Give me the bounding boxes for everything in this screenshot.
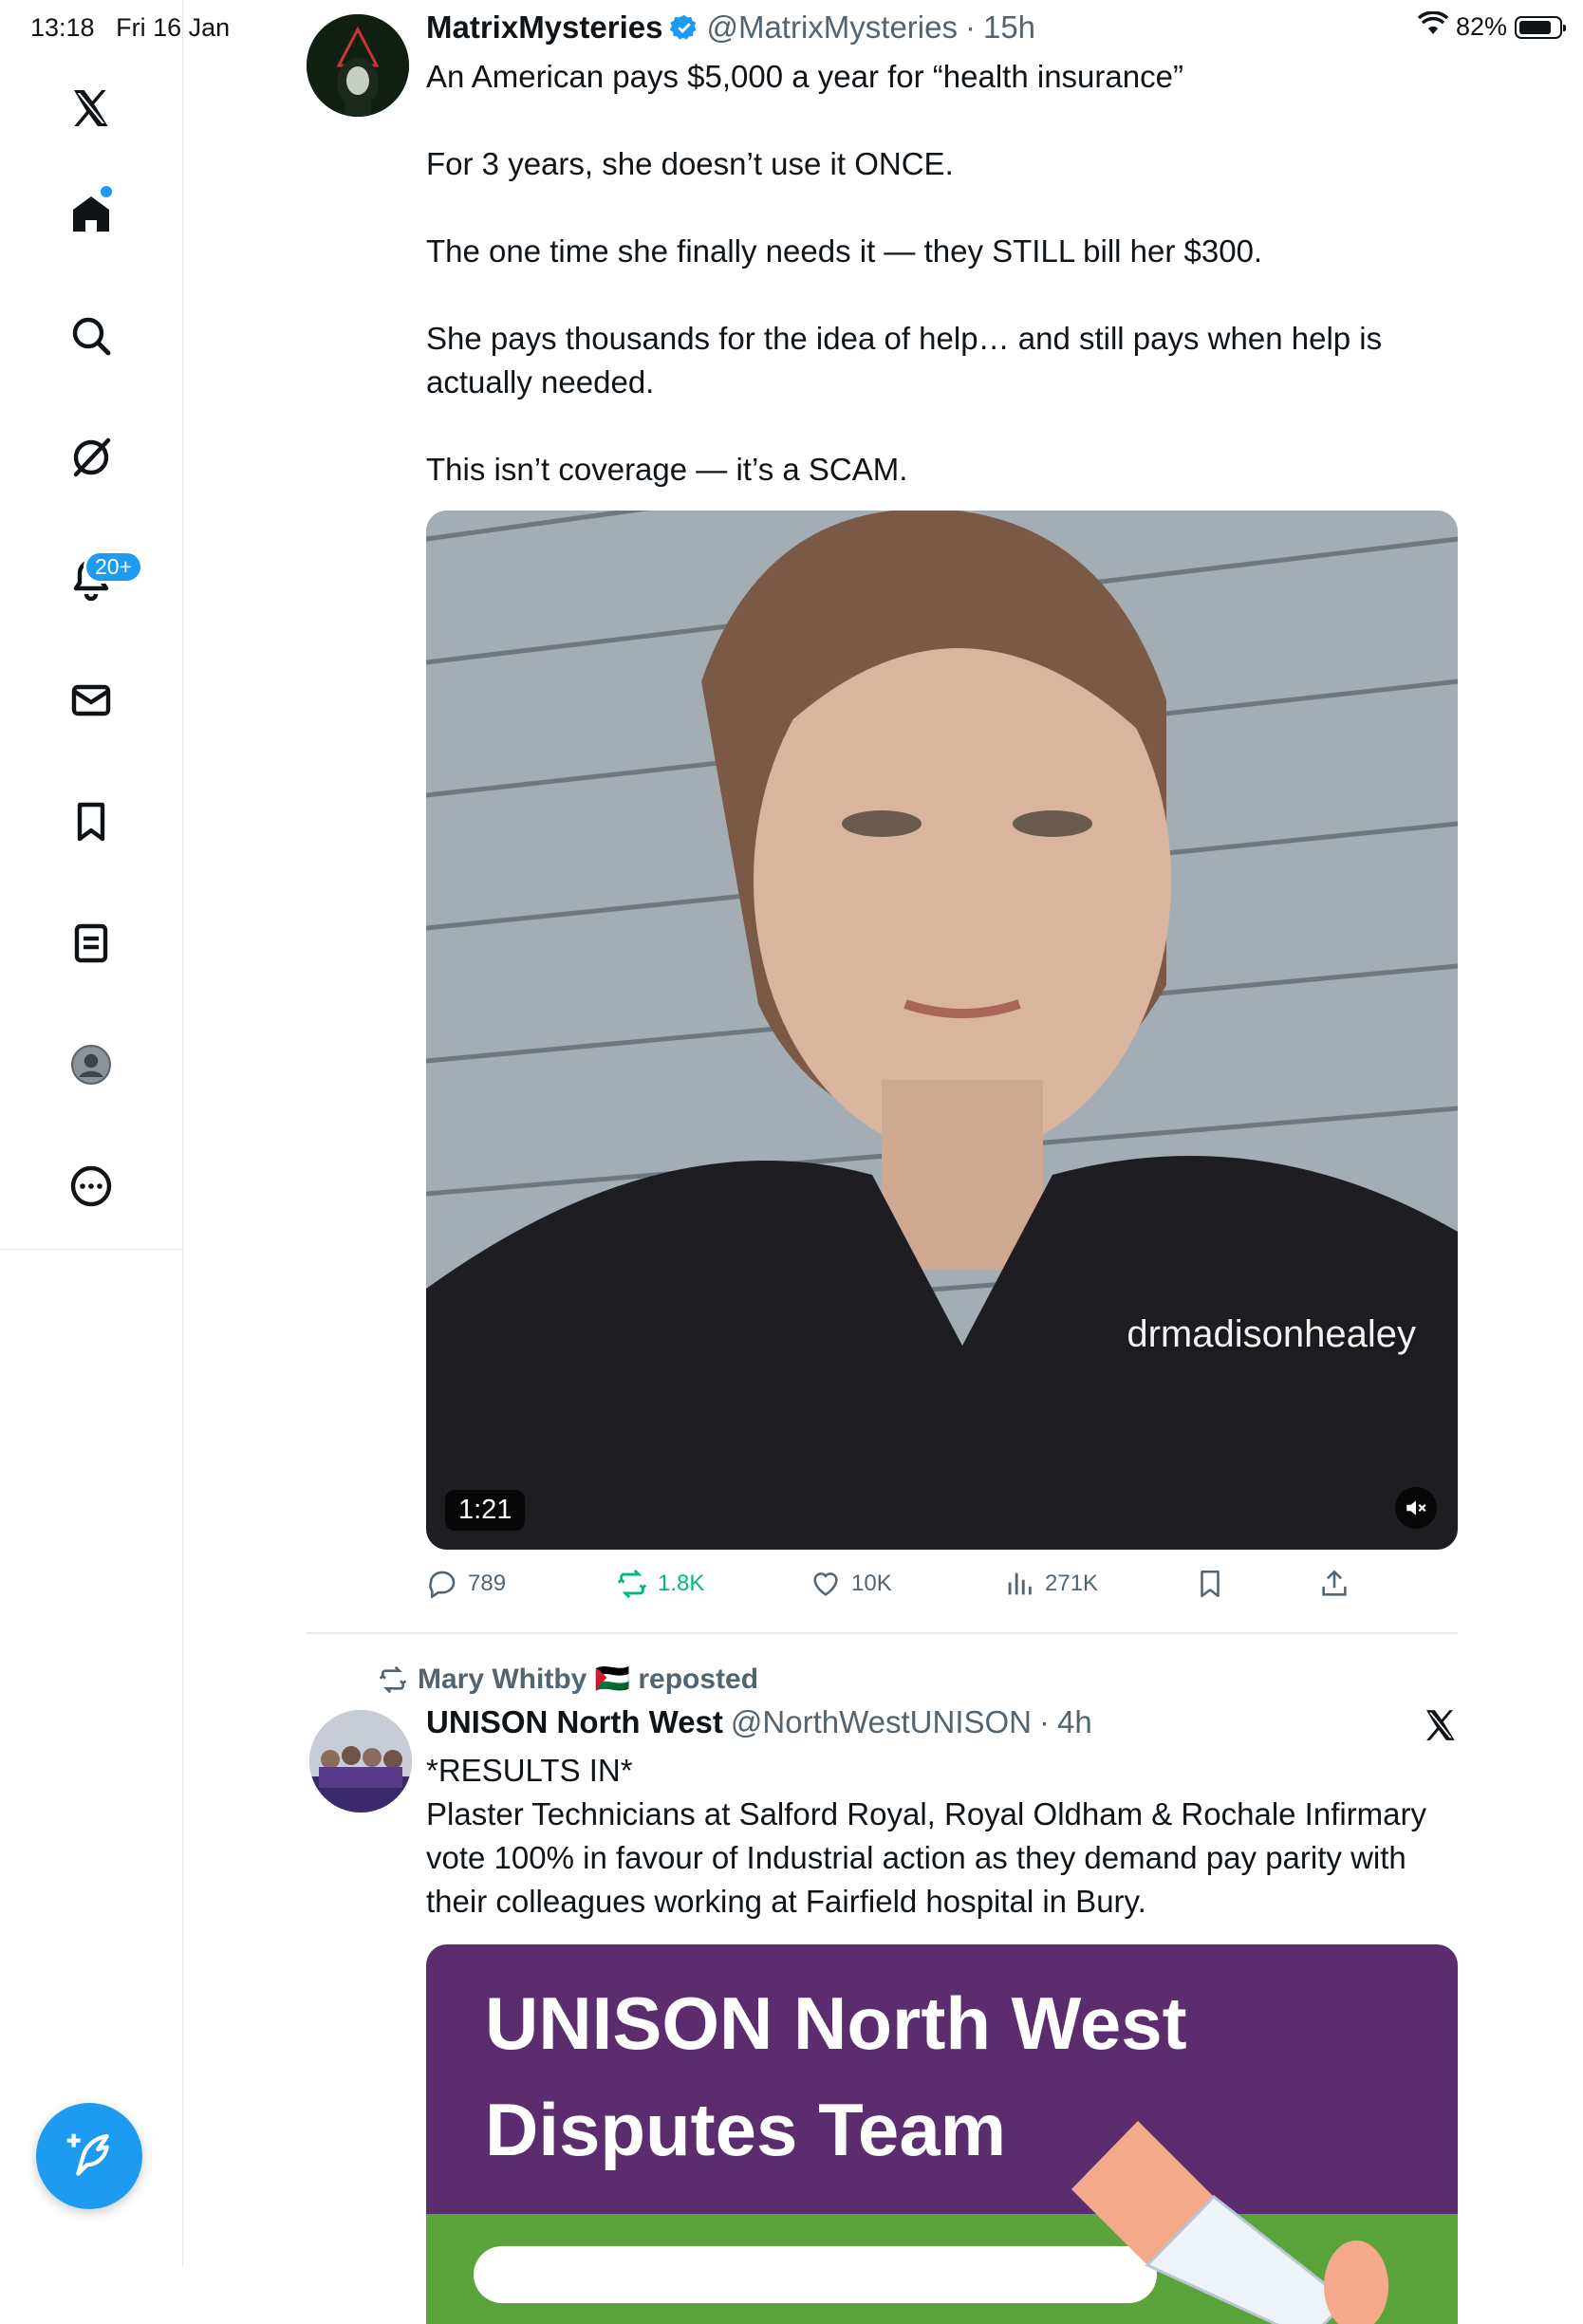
x-logo-icon[interactable]: [63, 80, 120, 137]
tweet-line: An American pays $5,000 a year for “heal…: [426, 59, 1183, 94]
video-duration: 1:21: [445, 1490, 526, 1531]
heart-icon: [813, 1572, 838, 1596]
reply-button[interactable]: 789: [426, 1568, 506, 1600]
mute-button[interactable]: [1395, 1487, 1437, 1529]
view-count: 271K: [1045, 1571, 1099, 1596]
tweet-body: *RESULTS IN* Plaster Technicians at Salf…: [426, 1749, 1461, 1924]
verified-badge-icon: [670, 14, 698, 40]
battery-icon: [1515, 15, 1566, 39]
tweet-line: This isn’t coverage — it’s a SCAM.: [426, 452, 908, 487]
video-watermark: drmadisonhealey: [1127, 1313, 1416, 1355]
separator-dot: ·: [1039, 1704, 1051, 1739]
reply-icon: [429, 1571, 456, 1599]
separator-dot: ·: [964, 9, 976, 45]
search-icon[interactable]: [63, 307, 120, 364]
author-handle[interactable]: @MatrixMysteries: [706, 9, 958, 46]
tweet-divider: [307, 1632, 1458, 1634]
video-frame: [426, 511, 1458, 1550]
wifi-icon: [1417, 10, 1449, 43]
list-icon[interactable]: [63, 915, 120, 972]
tweet-line: Plaster Technicians at Salford Royal, Ro…: [426, 1796, 1436, 1919]
tweet-line: She pays thousands for the idea of help……: [426, 321, 1391, 400]
post-time[interactable]: 15h: [983, 9, 1035, 46]
author-handle[interactable]: @NorthWestUNISON: [731, 1704, 1032, 1740]
repost-label: Mary Whitby 🇵🇸 reposted: [418, 1664, 759, 1695]
author-name[interactable]: MatrixMysteries: [426, 9, 662, 46]
card-title-line1: UNISON North West: [485, 1981, 1187, 2065]
tweet-header: MatrixMysteries @MatrixMysteries · 15h: [426, 9, 1035, 46]
author-avatar[interactable]: [307, 14, 409, 117]
share-icon: [1322, 1570, 1347, 1596]
muted-speaker-icon: [1406, 1500, 1426, 1515]
bookmark-icon[interactable]: [63, 793, 120, 850]
video-player[interactable]: drmadisonhealey 1:21: [426, 511, 1458, 1550]
repost-icon: [617, 1569, 647, 1599]
image-card[interactable]: UNISON North West Disputes Team: [426, 1944, 1458, 2324]
grok-icon[interactable]: [63, 429, 120, 486]
feather-plus-icon: [66, 2133, 109, 2176]
card-pill: [474, 2246, 1157, 2303]
compose-button[interactable]: [36, 2103, 142, 2209]
mail-icon[interactable]: [63, 672, 120, 729]
repost-count: 1.8K: [658, 1571, 705, 1596]
tweet-header: UNISON North West @NorthWestUNISON · 4h: [426, 1704, 1092, 1740]
author-name[interactable]: UNISON North West: [426, 1704, 723, 1740]
battery-fill: [1519, 20, 1551, 34]
avatar-icon[interactable]: [63, 1036, 120, 1093]
like-count: 10K: [851, 1571, 892, 1596]
tweet-line: The one time she finally needs it — they…: [426, 233, 1263, 269]
tweet-line: For 3 years, she doesn’t use it ONCE.: [426, 146, 954, 181]
x-logo-icon: [1422, 1706, 1460, 1744]
tweet-body: An American pays $5,000 a year for “heal…: [426, 55, 1461, 492]
bookmark-button[interactable]: [1194, 1568, 1226, 1600]
notification-badge: 20+: [84, 550, 144, 584]
like-button[interactable]: 10K: [810, 1568, 892, 1600]
views-button[interactable]: 271K: [1003, 1568, 1098, 1600]
battery-percent: 82%: [1455, 12, 1507, 41]
card-title-line2: Disputes Team: [485, 2088, 1007, 2171]
bookmark-icon: [1201, 1570, 1220, 1598]
more-icon[interactable]: [63, 1158, 120, 1215]
repost-icon: [379, 1665, 407, 1693]
repost-button[interactable]: 1.8K: [616, 1568, 704, 1600]
share-button[interactable]: [1318, 1568, 1350, 1600]
reply-count: 789: [468, 1571, 507, 1596]
bar-chart-icon: [1008, 1572, 1032, 1595]
status-right: 82%: [1417, 10, 1566, 43]
post-time[interactable]: 4h: [1057, 1704, 1092, 1740]
tweet-line: *RESULTS IN*: [426, 1753, 633, 1788]
home-notification-dot: [101, 186, 112, 197]
tweet-actions: 789 1.8K 10K 271K: [426, 1568, 1458, 1609]
repost-attribution[interactable]: Mary Whitby 🇵🇸 reposted: [378, 1663, 758, 1696]
author-avatar[interactable]: [309, 1710, 412, 1813]
arm-cast-icon: [1071, 2121, 1388, 2324]
